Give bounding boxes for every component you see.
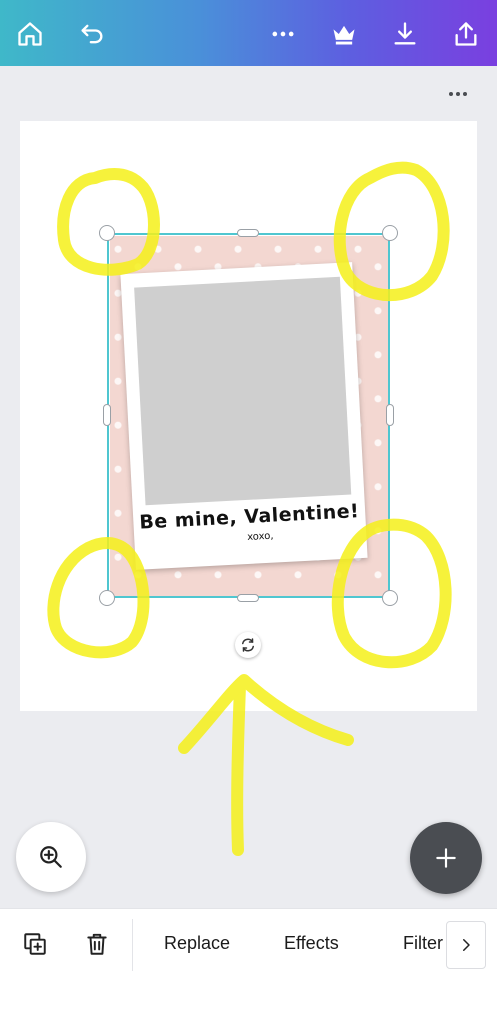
resize-handle-left[interactable] xyxy=(103,404,111,426)
resize-handle-top-left[interactable] xyxy=(99,225,115,241)
replace-button[interactable]: Replace xyxy=(164,933,230,954)
share-icon[interactable] xyxy=(448,14,484,54)
delete-icon[interactable] xyxy=(82,929,112,959)
resize-handle-top-right[interactable] xyxy=(382,225,398,241)
toolbar-divider xyxy=(132,919,133,971)
home-icon[interactable] xyxy=(12,14,48,54)
effects-button[interactable]: Effects xyxy=(284,933,339,954)
rotate-handle[interactable] xyxy=(235,632,261,658)
download-icon[interactable] xyxy=(387,14,423,54)
page-more-icon[interactable] xyxy=(440,80,476,108)
resize-handle-bottom[interactable] xyxy=(237,594,259,602)
resize-handle-top[interactable] xyxy=(237,229,259,237)
bottom-toolbar: Replace Effects Filter xyxy=(0,908,497,980)
resize-handle-right[interactable] xyxy=(386,404,394,426)
more-icon[interactable] xyxy=(265,14,301,54)
top-app-bar xyxy=(0,0,497,66)
zoom-button[interactable] xyxy=(16,822,86,892)
resize-handle-bottom-right[interactable] xyxy=(382,590,398,606)
selection-box xyxy=(107,233,390,598)
resize-handle-bottom-left[interactable] xyxy=(99,590,115,606)
bottom-safe-area xyxy=(0,980,497,1024)
undo-icon[interactable] xyxy=(74,14,110,54)
add-element-button[interactable] xyxy=(410,822,482,894)
crown-icon[interactable] xyxy=(326,14,362,54)
filter-button[interactable]: Filter xyxy=(403,933,443,954)
zoom-in-icon xyxy=(40,846,62,868)
chevron-right-icon xyxy=(463,939,470,951)
toolbar-next-button[interactable] xyxy=(446,921,486,969)
duplicate-icon[interactable] xyxy=(20,929,50,959)
plus-icon xyxy=(436,848,456,868)
